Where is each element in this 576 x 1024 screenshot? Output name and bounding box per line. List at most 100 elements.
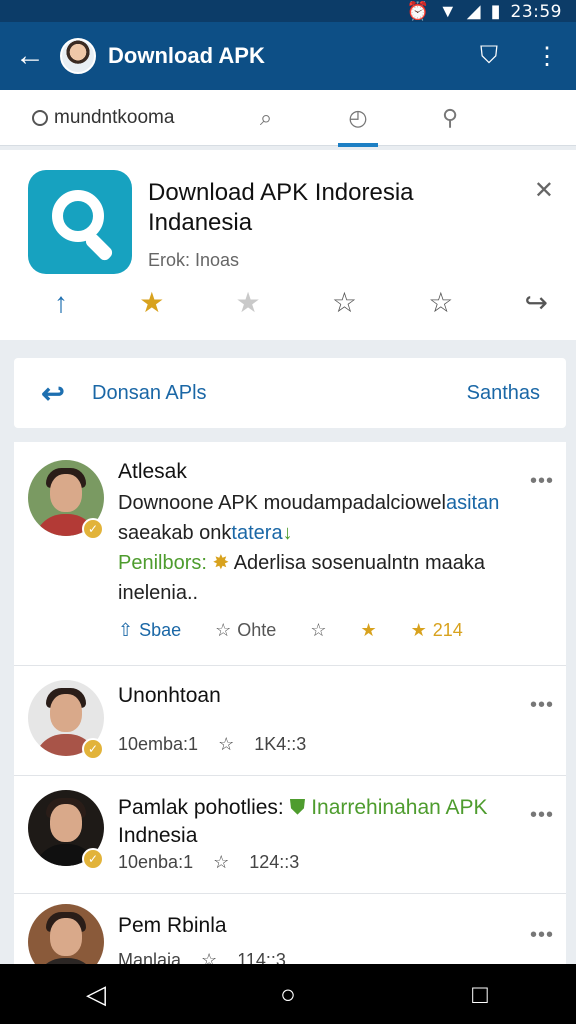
shield-badge-icon: ⛊ xyxy=(289,796,306,819)
post-author: Pamlak pohotlies: ⛊ Inarrehinahan APK In… xyxy=(118,794,488,850)
profile-avatar[interactable] xyxy=(60,38,96,74)
face-shape xyxy=(50,804,82,842)
list-item: ✓ Atlesak ••• Downoone APK moudampadalci… xyxy=(14,442,566,666)
upvote-arrow-icon[interactable]: ↑ xyxy=(54,287,68,319)
post-line-3: Penilbors: ✸ Aderlisa sosenualntn maaka … xyxy=(118,548,538,608)
wifi-icon: ▼ xyxy=(438,1,457,21)
post-meta: Manlaia ☆ 114::3 xyxy=(118,950,286,964)
list-item: Pem Rbinla ••• Manlaia ☆ 114::3 xyxy=(14,894,566,964)
signal-icon: ◢ xyxy=(466,1,481,21)
post-stat: 124::3 xyxy=(249,852,300,872)
post-date: 10emba:1 xyxy=(118,734,199,754)
star-outline-icon[interactable]: ☆ xyxy=(218,734,234,755)
app-bar: ← Download APK ⛉ ⋮ xyxy=(0,22,576,90)
star-grey-icon[interactable]: ★ xyxy=(236,286,261,319)
post-meta: 10enba:1 ☆ 124::3 xyxy=(118,852,299,873)
post-body: Downoone APK moudampadalciowelasitan sae… xyxy=(118,488,538,608)
post-stat: 1K4::3 xyxy=(254,734,307,754)
star-filled-icon: ★ xyxy=(410,620,427,640)
section-link[interactable]: Santhas xyxy=(467,382,566,405)
star-outline-icon[interactable]: ☆ xyxy=(332,286,357,319)
comment-feed: ✓ Atlesak ••• Downoone APK moudampadalci… xyxy=(14,442,566,964)
status-time: 23:59 xyxy=(510,1,562,22)
star-outline-icon: ☆ xyxy=(310,620,327,640)
more-options-icon[interactable]: ••• xyxy=(530,804,554,827)
alarm-icon: ⏰ xyxy=(406,1,429,21)
post-line-1: Downoone APK moudampadalciowelasitan xyxy=(118,488,538,518)
star-badge-icon: ✸ xyxy=(212,552,230,574)
post-highlight-b: tatera xyxy=(231,522,283,544)
share-action[interactable]: ⇧ Sbae xyxy=(118,620,181,641)
app-name: Download APK Indoresia Indanesia xyxy=(148,179,414,236)
face-shape xyxy=(50,474,82,512)
search-value: mundntkooma xyxy=(54,106,175,128)
star-filled-action[interactable]: ★ xyxy=(360,620,376,641)
post-author-a: Pamlak pohotlies: xyxy=(118,796,284,819)
more-options-icon[interactable]: ••• xyxy=(530,694,554,717)
handle-shape xyxy=(83,231,115,263)
app-subtitle: Erok: Inoas xyxy=(148,250,240,270)
star-filled-icon[interactable]: ★ xyxy=(139,286,164,319)
rate-action[interactable]: ☆ Ohte xyxy=(215,620,276,641)
post-stat: 114::3 xyxy=(237,950,286,964)
post-date: 10enba:1 xyxy=(118,852,194,872)
post-author-b: Indnesia xyxy=(118,824,198,847)
search-input[interactable]: mundntkooma xyxy=(0,107,220,129)
search-bar: mundntkooma ⌕ ◴ ⚲ xyxy=(0,90,576,147)
nav-back-icon[interactable]: ◁ xyxy=(66,979,126,1010)
section-header: ↩ Donsan APls Santhas xyxy=(14,358,566,428)
post-highlight-a: asitan xyxy=(445,492,500,514)
post-actions: ⇧ Sbae ☆ Ohte ☆ ★ ★ 214 xyxy=(118,620,554,641)
nav-home-icon[interactable]: ○ xyxy=(258,979,318,1010)
account-shield-icon[interactable]: ⛉ xyxy=(460,22,518,90)
post-author: Atlesak xyxy=(118,460,187,483)
verified-badge-icon: ✓ xyxy=(82,738,104,760)
face-shape xyxy=(50,918,82,956)
list-item: ✓ Pamlak pohotlies: ⛊ Inarrehinahan APK … xyxy=(14,776,566,894)
back-arrow-icon[interactable]: ← xyxy=(0,22,60,90)
post-author-highlight: Inarrehinahan APK xyxy=(311,796,488,819)
share-label: Sbae xyxy=(139,620,182,640)
star-filled-icon: ★ xyxy=(360,620,377,640)
verified-badge-icon: ✓ xyxy=(82,518,104,540)
rate-label: Ohte xyxy=(237,620,277,640)
more-options-icon[interactable]: ••• xyxy=(530,924,554,947)
overflow-menu-icon[interactable]: ⋮ xyxy=(518,22,576,90)
list-item: ✓ Unonhtoan ••• 10emba:1 ☆ 1K4::3 xyxy=(14,666,566,776)
app-title: Download APK xyxy=(108,43,265,68)
nav-recents-icon[interactable]: □ xyxy=(450,979,510,1010)
post-line-2: saeakab onktatera↓ xyxy=(118,518,538,548)
star-outline-icon[interactable]: ☆ xyxy=(201,950,217,964)
share-icon: ⇧ xyxy=(118,620,134,640)
section-title: Donsan APls xyxy=(92,381,207,404)
find-user-icon[interactable]: ⚲ xyxy=(404,90,496,146)
star-outline-icon[interactable]: ☆ xyxy=(213,852,229,873)
down-arrow-icon: ↓ xyxy=(282,522,293,544)
post-author: Unonhtoan xyxy=(118,684,221,707)
share-icon[interactable]: ↪ xyxy=(525,286,548,319)
status-bar: ⏰ ▼ ◢ ▮ 23:59 xyxy=(0,0,576,22)
star-outline-action[interactable]: ☆ xyxy=(310,620,326,641)
star-count: 214 xyxy=(432,620,463,640)
star-outline-icon[interactable]: ☆ xyxy=(428,286,453,319)
app-card: Download APK Indoresia Indanesia Erok: I… xyxy=(0,150,576,340)
rating-row: ↑ ★ ★ ☆ ☆ ↪ xyxy=(54,286,548,319)
post-author: Pem Rbinla xyxy=(118,914,227,937)
search-icon[interactable]: ⌕ xyxy=(220,90,312,146)
star-count-action[interactable]: ★ 214 xyxy=(411,620,463,641)
radio-circle-icon xyxy=(32,109,48,126)
avatar[interactable] xyxy=(28,904,104,964)
status-icons: ⏰ ▼ ◢ ▮ 23:59 xyxy=(407,1,563,22)
history-icon[interactable]: ◴ xyxy=(312,90,404,147)
battery-icon: ▮ xyxy=(490,1,501,21)
reply-back-icon[interactable]: ↩ xyxy=(14,377,92,410)
close-icon[interactable]: ✕ xyxy=(534,176,554,205)
post-highlight-c: Penilbors: xyxy=(118,552,207,574)
app-search-icon[interactable] xyxy=(28,170,132,274)
post-text-b: saeakab onk xyxy=(118,522,232,544)
post-text-a: Downoone APK moudampadalciowel xyxy=(118,492,446,514)
verified-badge-icon: ✓ xyxy=(82,848,104,870)
face-shape xyxy=(50,694,82,732)
navigation-bar: ◁ ○ □ xyxy=(0,964,576,1024)
post-date: Manlaia xyxy=(118,950,182,964)
